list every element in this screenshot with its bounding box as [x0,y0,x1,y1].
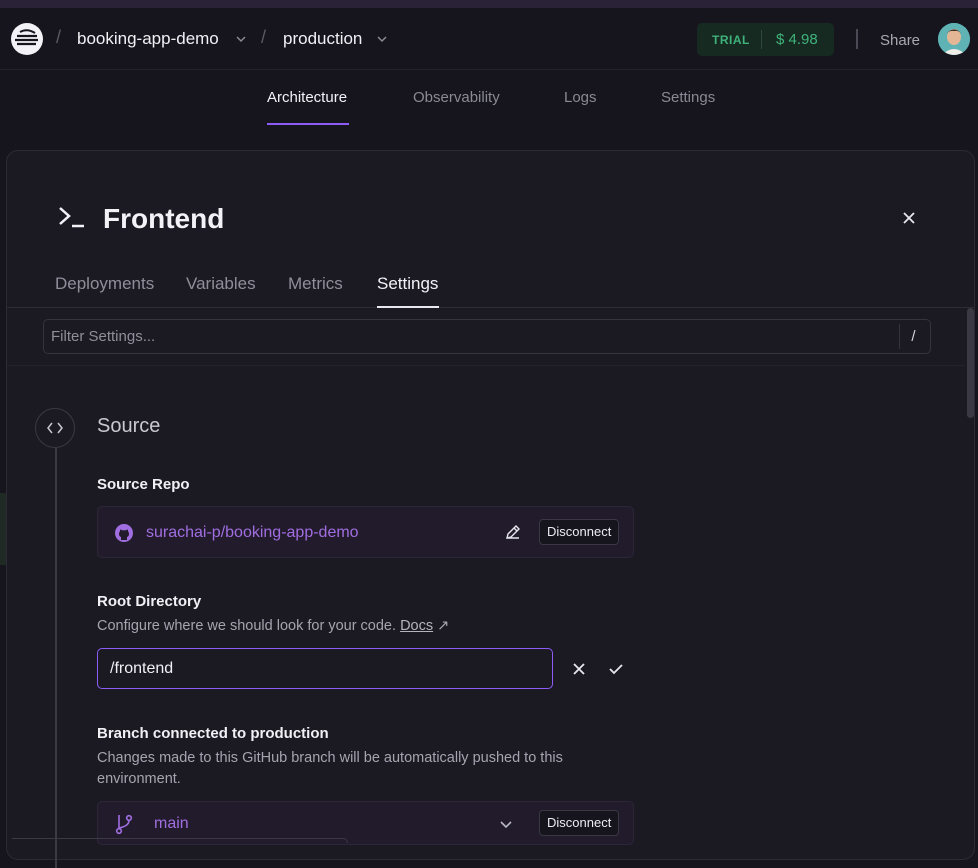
pencil-icon[interactable] [504,523,522,541]
tab-deployments[interactable]: Deployments [55,274,154,294]
tab-logs[interactable]: Logs [564,89,597,106]
trial-badge[interactable]: TRIAL $ 4.98 [697,23,834,56]
root-directory-input[interactable] [97,648,553,689]
tab-observability[interactable]: Observability [413,89,500,106]
branch-description: Changes made to this GitHub branch will … [97,750,563,787]
filter-shortcut: / [899,324,927,349]
source-repo-card: surachai-p/booking-app-demo Disconnect [97,506,634,558]
divider [856,29,858,49]
chevron-down-icon[interactable] [375,32,389,46]
service-title: Frontend [103,203,225,234]
canvas-node-edge [12,838,348,843]
disconnect-branch-button[interactable]: Disconnect [539,810,620,836]
root-directory-description: Configure where we should look for your … [97,616,597,637]
divider [761,30,762,49]
git-branch-icon [115,814,133,835]
branch-label: Branch connected to production [97,725,329,742]
scrollbar[interactable] [967,308,974,418]
tab-architecture[interactable]: Architecture [267,89,347,106]
source-repo-label: Source Repo [97,476,190,493]
tab-variables[interactable]: Variables [186,274,256,294]
github-icon [115,524,133,542]
disconnect-repo-button[interactable]: Disconnect [539,519,620,545]
branch-name: main [154,815,189,832]
terminal-icon [59,207,84,228]
cancel-icon[interactable] [571,661,587,677]
code-icon [35,408,75,448]
breadcrumb-separator: / [261,27,267,47]
tab-metrics[interactable]: Metrics [288,274,343,294]
share-button[interactable]: Share [880,32,920,49]
breadcrumb-project[interactable]: booking-app-demo [77,29,219,49]
root-directory-label: Root Directory [97,593,202,610]
chevron-down-icon[interactable] [234,32,248,46]
active-tab-indicator [267,123,349,125]
chevron-down-icon[interactable] [498,816,514,832]
railway-logo-icon[interactable] [11,23,43,55]
breadcrumb-environment[interactable]: production [283,29,362,49]
panel-tabs: Deployments Variables Metrics Settings [7,261,974,308]
top-bar: / booking-app-demo / production TRIAL $ … [0,8,978,70]
filter-bar: / [7,308,965,366]
repo-link[interactable]: surachai-p/booking-app-demo [146,524,359,542]
docs-link[interactable]: Docs [400,618,433,634]
service-panel: Frontend Deployments Variables Metrics S… [6,150,975,868]
external-link-icon: ↗ [437,618,450,634]
timeline-line [55,448,57,868]
trial-label: TRIAL [712,33,750,47]
section-title: Source [97,415,161,437]
filter-settings-input[interactable] [43,319,931,354]
top-strip [0,0,978,8]
main-nav: Architecture Observability Logs Settings [0,70,978,126]
tab-settings[interactable]: Settings [377,274,438,294]
trial-credit: $ 4.98 [776,31,818,48]
avatar[interactable] [938,23,970,55]
check-icon[interactable] [608,661,624,677]
tab-settings[interactable]: Settings [661,89,715,106]
description-text: Configure where we should look for your … [97,618,397,634]
close-icon[interactable] [900,209,918,227]
breadcrumb-separator: / [56,27,62,47]
